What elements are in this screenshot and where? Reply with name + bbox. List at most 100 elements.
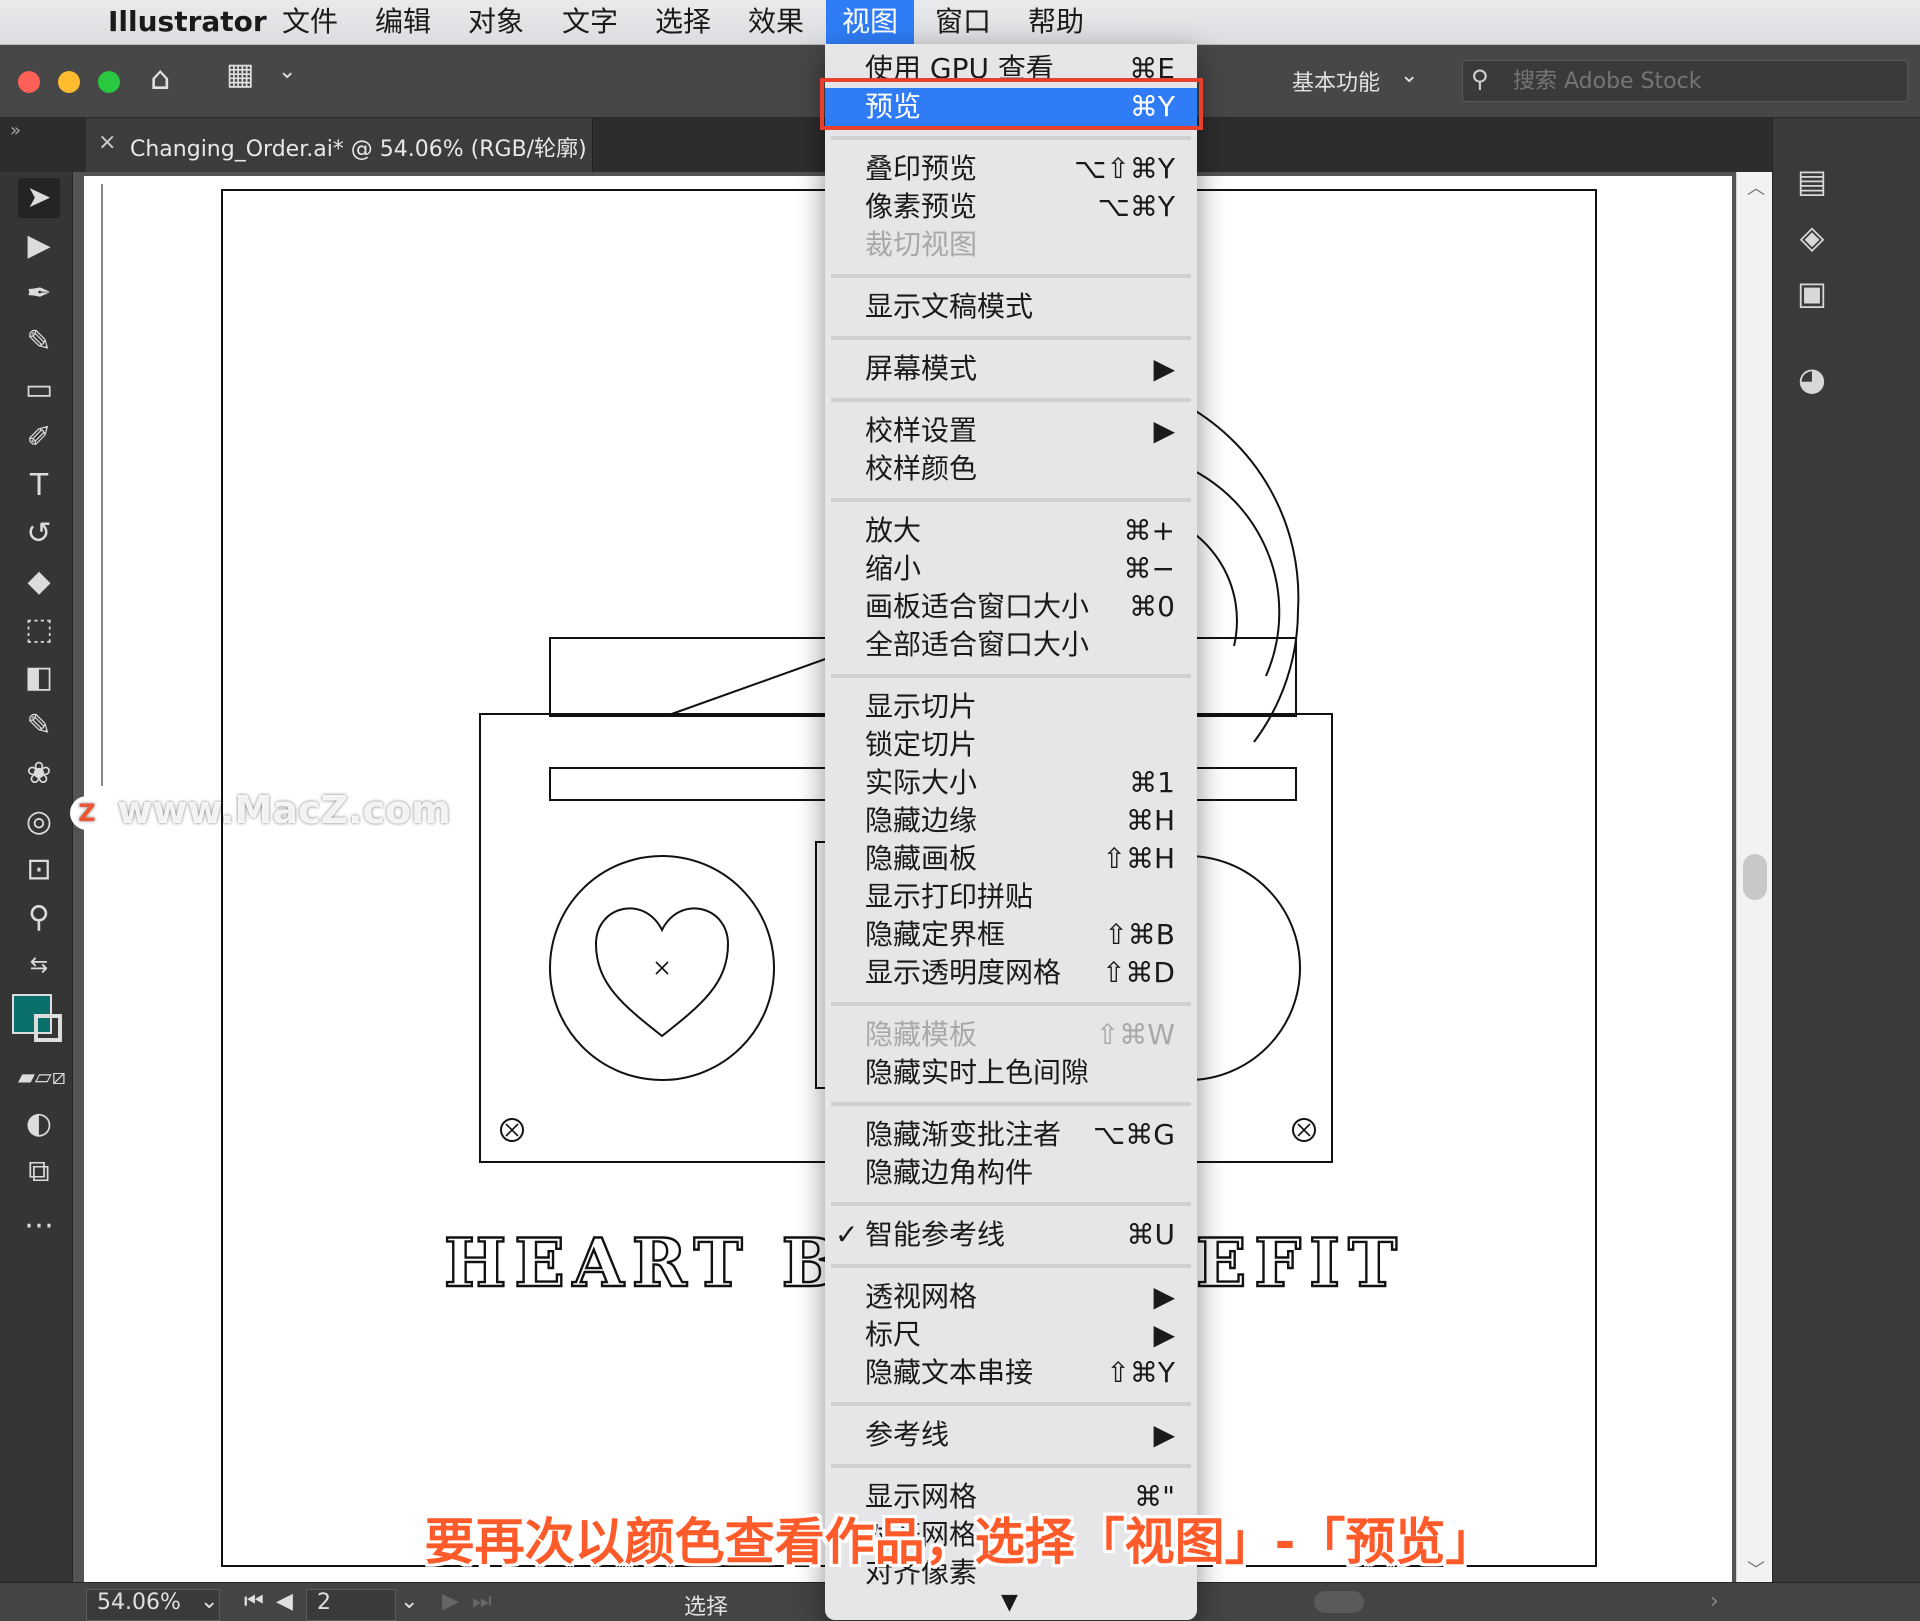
zoom-window-button[interactable] xyxy=(98,71,120,93)
minimize-window-button[interactable] xyxy=(58,71,80,93)
rotate-tool-icon[interactable]: ↺ xyxy=(18,514,60,554)
menu-file[interactable]: 文件 xyxy=(282,0,338,44)
menu-item-hide-bounding-box[interactable]: 隐藏定界框 ⇧⌘B xyxy=(825,916,1197,954)
first-artboard-icon[interactable]: ⏮ xyxy=(244,1589,264,1614)
menu-item-hide-corner-widget[interactable]: 隐藏边角构件 xyxy=(825,1154,1197,1192)
paintbrush-tool-icon[interactable]: ✐ xyxy=(18,418,60,458)
workspace-switcher[interactable]: 基本功能 xyxy=(1292,65,1380,97)
next-artboard-icon[interactable]: ▶ xyxy=(442,1589,459,1614)
arrange-documents-icon[interactable]: ▦ xyxy=(226,57,254,92)
swap-fill-stroke-icon[interactable]: ⇆ xyxy=(18,946,60,986)
menu-separator xyxy=(831,136,1191,140)
pen-tool-icon[interactable]: ✒ xyxy=(18,274,60,314)
type-tool-icon[interactable]: T xyxy=(18,466,60,506)
menu-item-fit-artboard[interactable]: 画板适合窗口大小 ⌘0 xyxy=(825,588,1197,626)
layers-panel-icon[interactable]: ◈ xyxy=(1791,216,1833,258)
search-input[interactable] xyxy=(1511,65,1895,97)
close-window-button[interactable] xyxy=(18,71,40,93)
eraser-tool-icon[interactable]: ◆ xyxy=(18,562,60,602)
draw-mode-icon[interactable]: ◐ xyxy=(18,1104,60,1144)
scroll-thumb[interactable] xyxy=(1743,854,1767,900)
blend-tool-icon[interactable]: ◎ xyxy=(18,802,60,842)
symbol-sprayer-tool-icon[interactable]: ❀ xyxy=(18,754,60,794)
menu-item-smart-guides[interactable]: ✓ 智能参考线 ⌘U xyxy=(825,1216,1197,1254)
macz-logo-icon: Z xyxy=(70,795,104,830)
menu-item-hide-edges[interactable]: 隐藏边缘 ⌘H xyxy=(825,802,1197,840)
menu-effect[interactable]: 效果 xyxy=(748,0,804,44)
document-tab-title: Changing_Order.ai* @ 54.06% (RGB/轮廓) xyxy=(130,137,587,162)
menu-item-hide-gradient-annotator[interactable]: 隐藏渐变批注者 ⌥⌘G xyxy=(825,1116,1197,1154)
menu-separator xyxy=(831,1264,1191,1268)
right-panel-dock: ▤ ◈ ▣ ◕ xyxy=(1772,118,1920,1582)
menu-window[interactable]: 窗口 xyxy=(935,0,991,44)
menu-item-screen-mode[interactable]: 屏幕模式 ▶ xyxy=(825,350,1197,388)
menu-item-pixel-preview[interactable]: 像素预览 ⌥⌘Y xyxy=(825,188,1197,226)
menu-item-rulers[interactable]: 标尺 ▶ xyxy=(825,1316,1197,1354)
scroll-up-icon[interactable]: ︿ xyxy=(1747,174,1765,200)
free-transform-tool-icon[interactable]: ⬚ xyxy=(18,610,60,650)
gradient-tool-icon[interactable]: ◧ xyxy=(18,658,60,698)
eyedropper-tool-icon[interactable]: ✎ xyxy=(18,706,60,746)
watermark: Z www.MacZ.com xyxy=(70,788,451,832)
menu-item-hide-artboards[interactable]: 隐藏画板 ⇧⌘H xyxy=(825,840,1197,878)
color-mode-icons[interactable]: ▰▱⧄ xyxy=(18,1058,66,1098)
menu-app-name[interactable]: Illustrator xyxy=(108,0,267,44)
menu-separator xyxy=(831,1464,1191,1468)
zoom-tool-icon[interactable]: ⚲ xyxy=(18,898,60,938)
scroll-right-icon[interactable]: › xyxy=(1710,1589,1719,1614)
menu-object[interactable]: 对象 xyxy=(468,0,524,44)
menu-select[interactable]: 选择 xyxy=(655,0,711,44)
current-tool-label: 选择 xyxy=(684,1595,729,1620)
menu-item-show-transparency-grid[interactable]: 显示透明度网格 ⇧⌘D xyxy=(825,954,1197,992)
artboard-tool-icon[interactable]: ⊡ xyxy=(18,850,60,890)
menu-help[interactable]: 帮助 xyxy=(1028,0,1084,44)
menu-scroll-down-icon[interactable]: ▼ xyxy=(1001,1590,1018,1615)
selection-tool-icon[interactable]: ➤ xyxy=(18,178,60,218)
more-tools-icon[interactable]: ⋯ xyxy=(18,1206,60,1246)
menu-item-overprint-preview[interactable]: 叠印预览 ⌥⇧⌘Y xyxy=(825,150,1197,188)
menu-item-proof-colors[interactable]: 校样颜色 xyxy=(825,450,1197,488)
artboard-number-field[interactable]: 2 xyxy=(306,1589,396,1621)
menu-item-hide-live-paint-gaps[interactable]: 隐藏实时上色间隙 xyxy=(825,1054,1197,1092)
menu-edit[interactable]: 编辑 xyxy=(375,0,431,44)
menu-item-fit-all[interactable]: 全部适合窗口大小 xyxy=(825,626,1197,664)
menu-item-zoom-out[interactable]: 缩小 ⌘− xyxy=(825,550,1197,588)
menu-item-presentation-mode[interactable]: 显示文稿模式 xyxy=(825,288,1197,326)
artboard-number: 2 xyxy=(317,1590,331,1615)
screen-mode-icon[interactable]: ⧉ xyxy=(18,1152,60,1192)
close-tab-button[interactable]: × xyxy=(98,130,116,155)
checkmark-icon: ✓ xyxy=(835,1218,859,1251)
menu-item-hide-text-threads[interactable]: 隐藏文本串接 ⇧⌘Y xyxy=(825,1354,1197,1392)
last-artboard-icon[interactable]: ⏭ xyxy=(472,1589,492,1614)
home-icon[interactable]: ⌂ xyxy=(150,59,170,97)
document-tab[interactable]: × Changing_Order.ai* @ 54.06% (RGB/轮廓) xyxy=(86,118,593,172)
chevron-down-icon[interactable]: ⌄ xyxy=(200,1589,218,1614)
menu-item-proof-setup[interactable]: 校样设置 ▶ xyxy=(825,412,1197,450)
chevron-down-icon[interactable]: ⌄ xyxy=(400,1589,418,1614)
rectangle-tool-icon[interactable]: ▭ xyxy=(18,370,60,410)
previous-artboard-icon[interactable]: ◀ xyxy=(276,1589,293,1614)
chevron-down-icon[interactable]: ⌄ xyxy=(278,59,296,84)
chevron-down-icon[interactable]: ⌄ xyxy=(1400,63,1418,88)
vertical-scrollbar[interactable]: ︿ ﹀ xyxy=(1736,172,1773,1582)
menu-item-zoom-in[interactable]: 放大 ⌘+ xyxy=(825,512,1197,550)
menu-separator xyxy=(831,1402,1191,1406)
menu-separator xyxy=(831,498,1191,502)
menu-item-actual-size[interactable]: 实际大小 ⌘1 xyxy=(825,764,1197,802)
expand-panels-icon[interactable]: » xyxy=(10,120,21,141)
direct-selection-tool-icon[interactable]: ▶ xyxy=(18,226,60,266)
menu-item-lock-slices[interactable]: 锁定切片 xyxy=(825,726,1197,764)
menu-item-guides[interactable]: 参考线 ▶ xyxy=(825,1416,1197,1454)
menu-view[interactable]: 视图 xyxy=(826,0,915,44)
color-guide-panel-icon[interactable]: ◕ xyxy=(1791,358,1833,400)
horizontal-scroll-thumb[interactable] xyxy=(1314,1591,1364,1613)
curvature-tool-icon[interactable]: ✎ xyxy=(18,322,60,362)
menu-item-show-print-tiling[interactable]: 显示打印拼贴 xyxy=(825,878,1197,916)
properties-panel-icon[interactable]: ▤ xyxy=(1791,160,1833,202)
menu-item-perspective-grid[interactable]: 透视网格 ▶ xyxy=(825,1278,1197,1316)
adobe-stock-search[interactable]: ⚲ xyxy=(1462,60,1908,102)
menu-type[interactable]: 文字 xyxy=(562,0,618,44)
menu-item-show-slices[interactable]: 显示切片 xyxy=(825,688,1197,726)
libraries-panel-icon[interactable]: ▣ xyxy=(1791,272,1833,314)
stroke-color-swatch[interactable] xyxy=(34,1014,62,1042)
